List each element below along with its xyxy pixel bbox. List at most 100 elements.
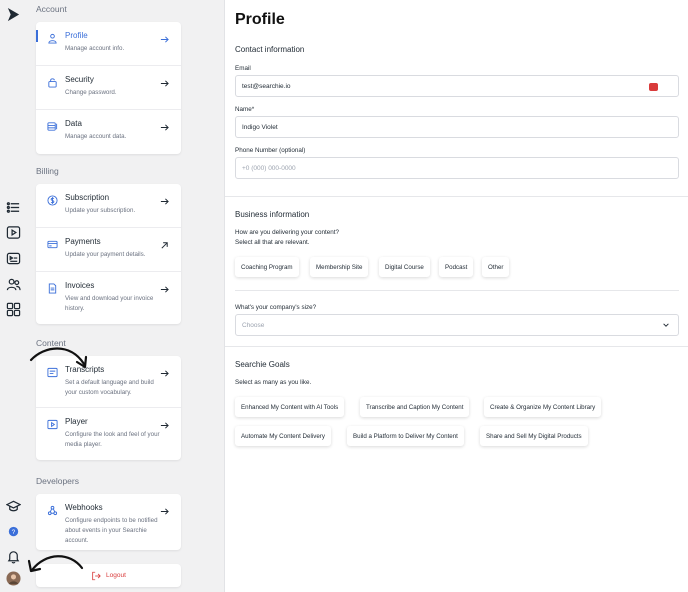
delivery-question: How are you delivering your content? — [235, 229, 339, 236]
chip-other[interactable]: Other — [482, 257, 510, 277]
dollar-icon — [47, 193, 58, 206]
sidebar-item-desc: Update your payment details. — [65, 251, 146, 258]
logout-label: Logout — [106, 572, 126, 579]
sidebar-item-title: Payments — [65, 237, 101, 246]
user-icon — [47, 31, 58, 44]
section-divider — [225, 346, 688, 347]
email-label: Email — [235, 65, 251, 72]
settings-panel: Account Profile Manage account info. Sec… — [27, 0, 225, 592]
sidebar-item-title: Player — [65, 417, 88, 426]
developers-card: Webhooks Configure endpoints to be notif… — [36, 494, 181, 550]
arrow-right-icon — [160, 281, 169, 293]
sidebar-item-title: Data — [65, 119, 82, 128]
sidebar-item-desc: View and download your invoice history. — [65, 295, 154, 312]
business-heading: Business information — [235, 210, 310, 219]
phone-label: Phone Number (optional) — [235, 147, 306, 154]
arrow-right-icon — [160, 75, 169, 87]
sidebar-item-profile[interactable]: Profile Manage account info. — [36, 22, 181, 66]
logout-icon — [92, 571, 101, 580]
arrow-right-icon — [160, 193, 169, 205]
chip-podcast[interactable]: Podcast — [439, 257, 474, 277]
chip-goal-automate[interactable]: Automate My Content Delivery — [235, 426, 331, 446]
list-icon[interactable] — [5, 199, 22, 216]
section-billing: Billing — [36, 166, 59, 176]
goals-hint: Select as many as you like. — [235, 379, 312, 386]
section-account: Account — [36, 4, 67, 14]
sidebar-item-webhooks[interactable]: Webhooks Configure endpoints to be notif… — [36, 494, 181, 550]
company-size-select[interactable]: Choose — [235, 314, 679, 336]
sidebar-item-desc: Change password. — [65, 89, 117, 96]
annotation-arrow-avatar — [27, 555, 84, 573]
arrow-right-icon — [160, 365, 169, 377]
sidebar-item-title: Invoices — [65, 281, 95, 290]
sidebar-item-title: Subscription — [65, 193, 110, 202]
delivery-hint: Select all that are relevant. — [235, 239, 310, 246]
bell-icon[interactable] — [5, 548, 22, 565]
sidebar-item-subscription[interactable]: Subscription Update your subscription. — [36, 184, 181, 228]
player-icon — [47, 417, 58, 430]
chip-membership-site[interactable]: Membership Site — [310, 257, 369, 277]
company-size-value: Choose — [242, 321, 265, 329]
arrow-right-icon — [160, 417, 169, 429]
profile-main: Profile Contact information Email test@s… — [225, 0, 688, 592]
name-field[interactable]: Indigo Violet — [235, 116, 679, 138]
sidebar-item-title: Security — [65, 75, 94, 84]
sidebar-item-title: Webhooks — [65, 503, 103, 512]
sidebar-item-security[interactable]: Security Change password. — [36, 66, 181, 110]
sidebar-item-desc: Update your subscription. — [65, 207, 136, 214]
media-library-icon[interactable] — [5, 224, 22, 241]
goals-heading: Searchie Goals — [235, 360, 290, 369]
external-link-icon — [160, 237, 169, 249]
chip-coaching-program[interactable]: Coaching Program — [235, 257, 299, 277]
annotation-arrow-transcripts — [29, 347, 88, 369]
email-field[interactable]: test@searchie.io — [235, 75, 679, 97]
chip-goal-platform[interactable]: Build a Platform to Deliver My Content — [347, 426, 464, 446]
chevron-down-icon — [663, 323, 669, 327]
email-value: test@searchie.io — [242, 82, 291, 90]
sidebar-item-desc: Configure the look and feel of your medi… — [65, 431, 160, 448]
billing-card: Subscription Update your subscription. P… — [36, 184, 181, 324]
company-size-label: What's your company's size? — [235, 304, 317, 311]
lock-icon — [47, 75, 58, 88]
phone-field[interactable]: +0 (000) 000-0000 — [235, 157, 679, 179]
sidebar-item-desc: Manage account info. — [65, 45, 125, 52]
help-icon[interactable]: ? — [5, 523, 22, 540]
credit-card-icon — [47, 237, 58, 249]
sidebar-item-data[interactable]: Data Manage account data. — [36, 110, 181, 154]
sidebar-item-desc: Set a default language and build your cu… — [65, 379, 154, 396]
icon-rail: ? — [0, 0, 27, 592]
svg-text:?: ? — [12, 529, 16, 536]
name-value: Indigo Violet — [242, 123, 278, 131]
arrow-right-icon — [160, 31, 169, 43]
inner-divider — [235, 290, 679, 291]
graduation-cap-icon[interactable] — [5, 498, 22, 515]
sidebar-item-payments[interactable]: Payments Update your payment details. — [36, 228, 181, 272]
arrow-right-icon — [160, 119, 169, 131]
arrow-right-icon — [160, 503, 169, 515]
chip-goal-transcribe[interactable]: Transcribe and Caption My Content — [360, 397, 470, 417]
section-divider — [225, 196, 688, 197]
chip-goal-library[interactable]: Create & Organize My Content Library — [484, 397, 602, 417]
sidebar-item-title: Profile — [65, 31, 88, 40]
avatar[interactable] — [5, 570, 22, 587]
sidebar-item-invoices[interactable]: Invoices View and download your invoice … — [36, 272, 181, 324]
section-developers: Developers — [36, 476, 79, 486]
webhook-icon — [47, 503, 58, 516]
sidebar-item-desc: Configure endpoints to be notified about… — [65, 517, 158, 544]
chip-goal-ai-tools[interactable]: Enhanced My Content with AI Tools — [235, 397, 345, 417]
sidebar-item-desc: Manage account data. — [65, 133, 127, 140]
chip-goal-sell[interactable]: Share and Sell My Digital Products — [480, 426, 588, 446]
searchie-logo-icon[interactable] — [5, 6, 22, 23]
users-icon[interactable] — [5, 276, 22, 293]
sidebar-item-player[interactable]: Player Configure the look and feel of yo… — [36, 408, 181, 460]
document-icon — [47, 281, 58, 294]
page-title: Profile — [235, 11, 285, 28]
apps-grid-icon[interactable] — [5, 301, 22, 318]
chip-digital-course[interactable]: Digital Course — [379, 257, 430, 277]
playlist-icon[interactable] — [5, 250, 22, 267]
account-card: Profile Manage account info. Security Ch… — [36, 22, 181, 154]
phone-placeholder: +0 (000) 000-0000 — [242, 164, 296, 172]
database-icon — [47, 119, 58, 131]
password-manager-icon[interactable] — [649, 83, 658, 91]
name-label: Name* — [235, 106, 255, 113]
